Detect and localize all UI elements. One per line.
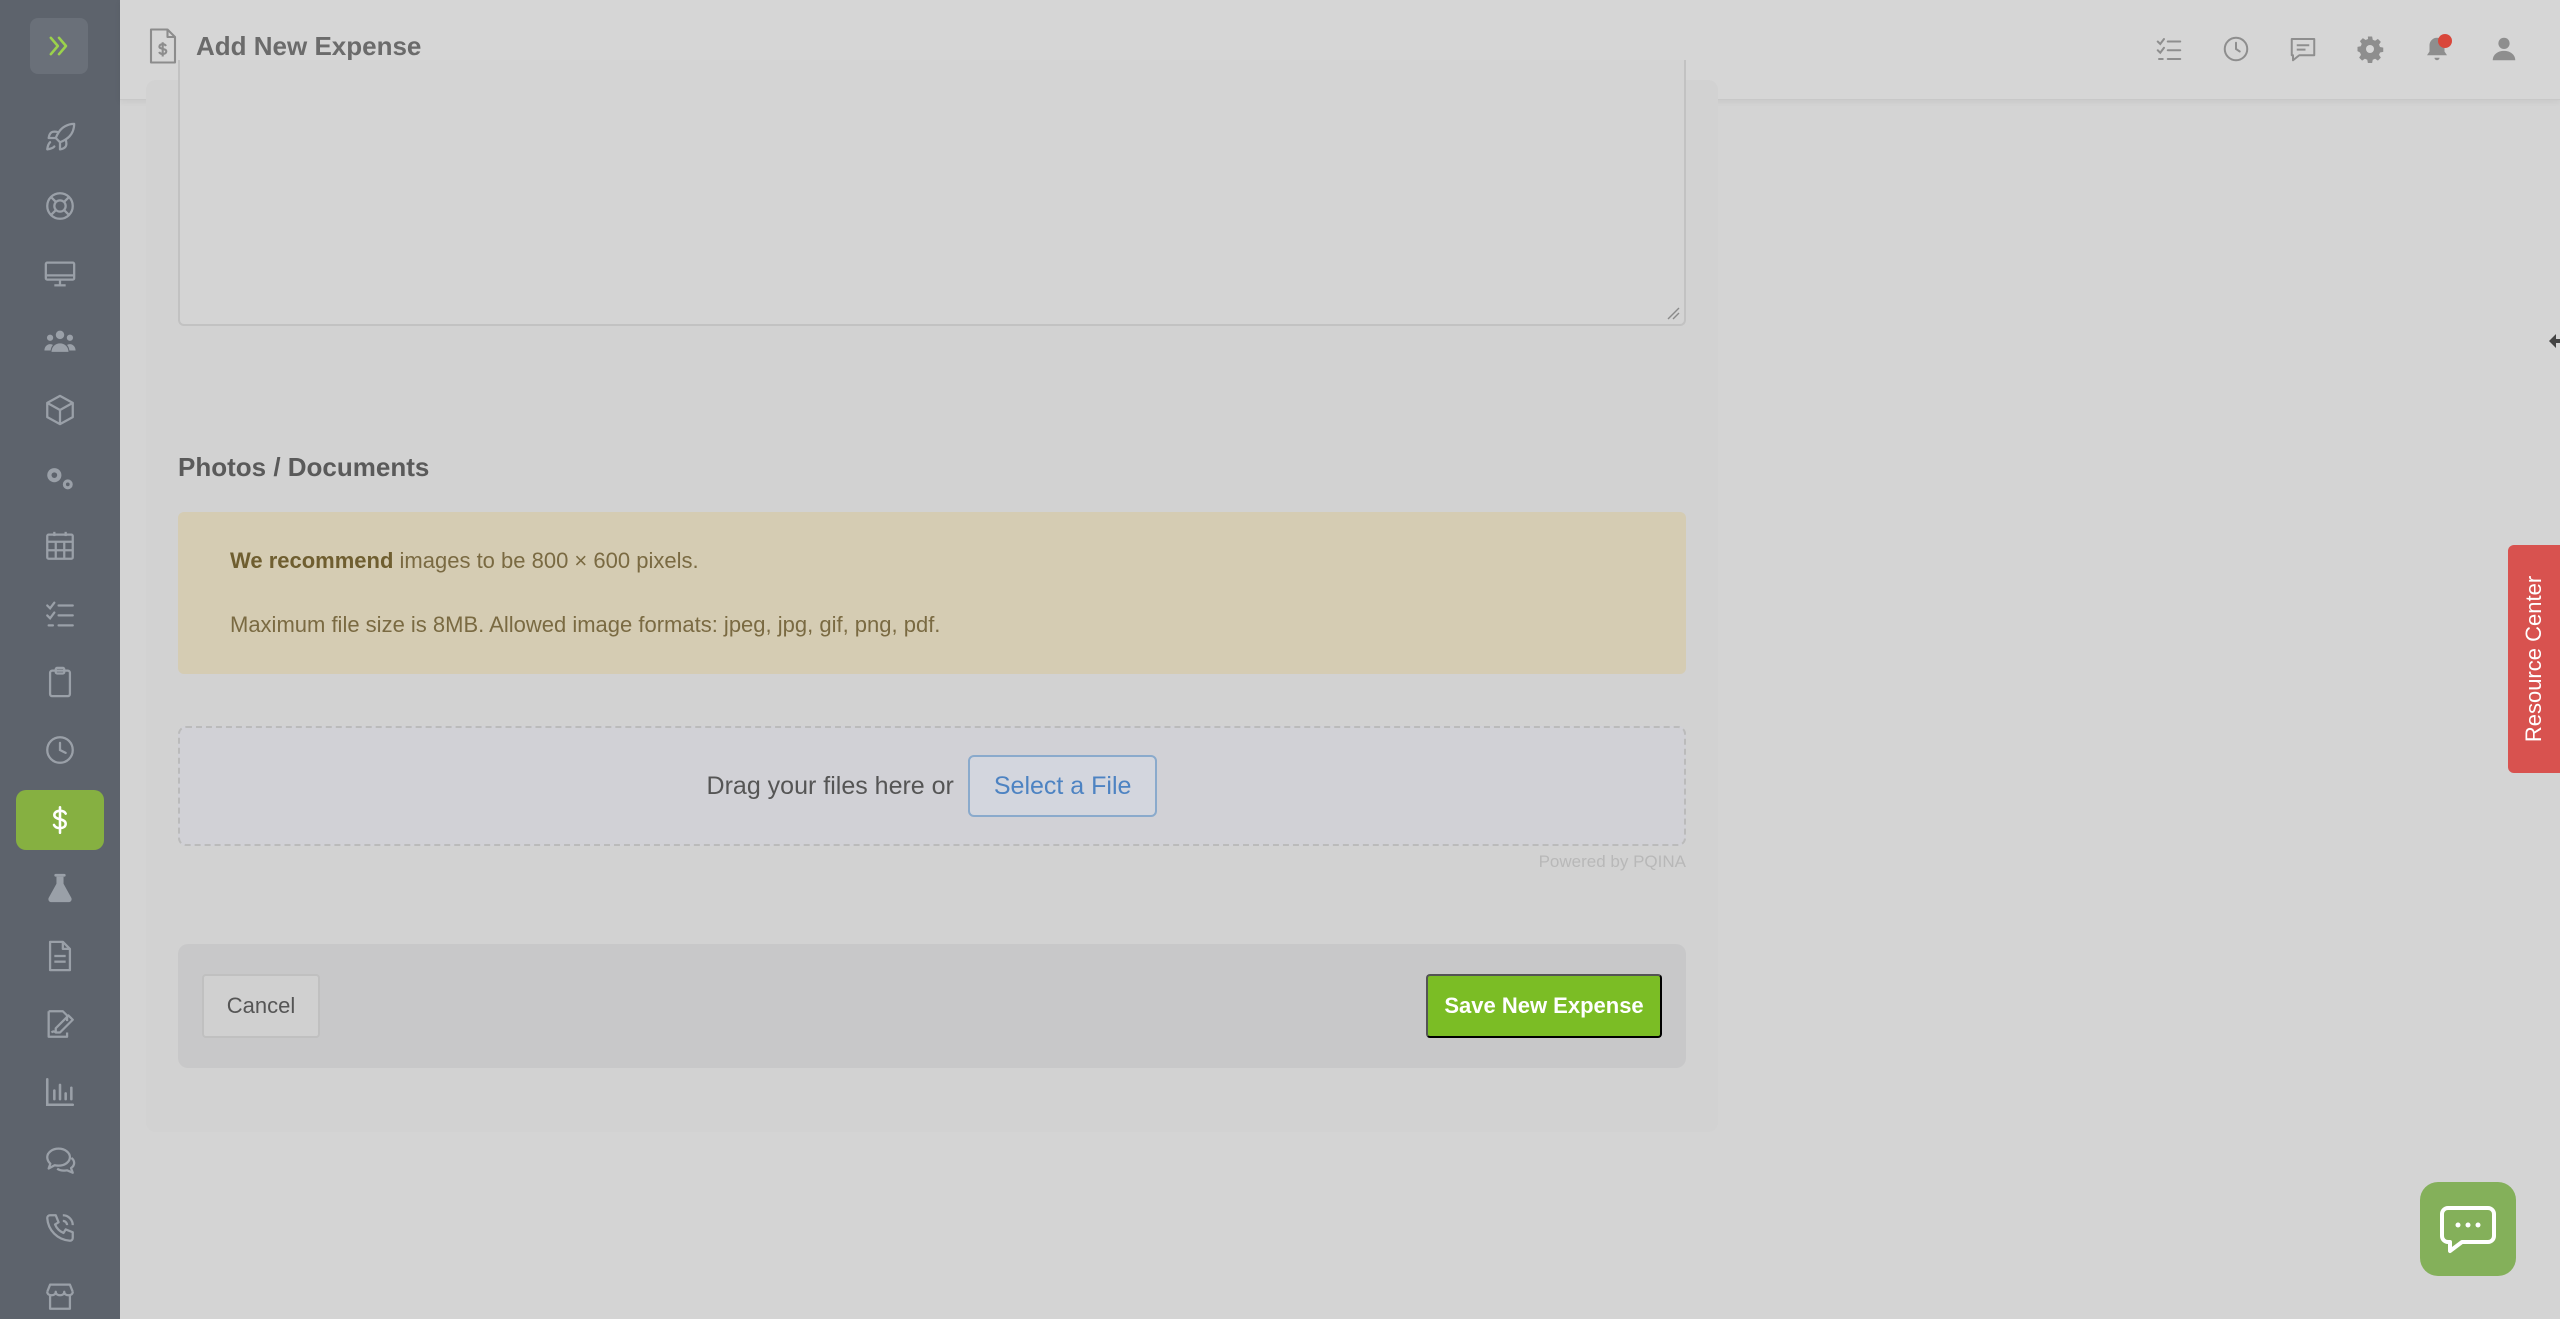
user-icon xyxy=(2492,37,2516,61)
sidebar-item-tasks[interactable] xyxy=(16,584,104,644)
select-file-button[interactable]: Select a File xyxy=(967,755,1158,817)
upload-info-alert: We recommend images to be 800 × 600 pixe… xyxy=(178,512,1686,674)
sidebar-item-store[interactable] xyxy=(16,1266,104,1319)
recommend-text: We recommend images to be 800 × 600 pixe… xyxy=(230,548,699,574)
messages-button[interactable] xyxy=(2286,32,2320,66)
tasks-button[interactable] xyxy=(2152,32,2186,66)
clock-icon xyxy=(2223,36,2249,62)
notes-textarea[interactable] xyxy=(178,60,1686,326)
recommend-bold: We recommend xyxy=(230,548,394,573)
flask-icon xyxy=(48,873,72,903)
sidebar-item-inventory[interactable] xyxy=(16,380,104,440)
document-icon xyxy=(48,940,72,972)
lifebuoy-icon xyxy=(46,192,74,220)
dollar-icon xyxy=(52,805,67,835)
resource-center-tab[interactable]: Resource Center xyxy=(2508,545,2560,773)
sidebar-item-customers[interactable] xyxy=(16,312,104,372)
resource-center-label: Resource Center xyxy=(2521,575,2546,743)
clock-icon xyxy=(46,736,74,764)
double-chevron-right-icon xyxy=(49,36,68,56)
drag-files-text: Drag your files here or xyxy=(706,771,954,800)
user-menu-button[interactable] xyxy=(2487,32,2521,66)
sidebar-item-calls[interactable] xyxy=(16,1198,104,1258)
recommend-rest: images to be 800 × 600 pixels. xyxy=(393,548,699,573)
box-icon xyxy=(46,394,74,426)
file-dropzone[interactable]: Drag your files here or Select a File xyxy=(178,726,1686,846)
sidebar-item-lab[interactable] xyxy=(16,858,104,918)
sidebar-item-calendar[interactable] xyxy=(16,516,104,576)
gears-icon xyxy=(47,468,73,490)
task-list-icon xyxy=(46,601,74,627)
calendar-icon xyxy=(46,531,74,560)
chart-icon xyxy=(45,1077,75,1107)
collapse-arrow-icon[interactable] xyxy=(2546,330,2560,352)
sidebar-item-reports[interactable] xyxy=(16,1062,104,1122)
sidebar-item-services[interactable] xyxy=(16,448,104,508)
settings-button[interactable] xyxy=(2353,32,2387,66)
sidebar-item-expenses[interactable] xyxy=(16,790,104,850)
resize-handle-icon[interactable] xyxy=(1664,304,1680,320)
notification-badge xyxy=(2438,34,2452,48)
store-icon xyxy=(46,1283,74,1310)
form-actions-bar: Cancel Save New Expense xyxy=(178,944,1686,1068)
rocket-icon xyxy=(46,122,76,151)
sidebar-item-signatures[interactable] xyxy=(16,994,104,1054)
chat-icon xyxy=(46,1147,76,1174)
sidebar-toggle-button[interactable] xyxy=(30,18,88,74)
sidebar-item-rocket[interactable] xyxy=(16,108,104,168)
phone-icon xyxy=(46,1214,74,1242)
signature-icon xyxy=(47,1010,74,1038)
powered-by-link[interactable]: Powered by PQINA xyxy=(1486,852,1686,872)
page-title: Add New Expense xyxy=(196,31,422,61)
live-chat-button[interactable] xyxy=(2420,1182,2516,1276)
sidebar-item-messages[interactable] xyxy=(16,1130,104,1190)
cancel-button[interactable]: Cancel xyxy=(202,974,320,1038)
sidebar-item-clipboard[interactable] xyxy=(16,652,104,712)
save-new-expense-button[interactable]: Save New Expense xyxy=(1426,974,1662,1038)
sidebar-item-time[interactable] xyxy=(16,720,104,780)
clipboard-icon xyxy=(48,666,72,698)
gear-icon xyxy=(2357,36,2384,63)
sidebar-item-documents[interactable] xyxy=(16,926,104,986)
sidebar-item-support[interactable] xyxy=(16,176,104,236)
sidebar xyxy=(0,0,120,1319)
chat-bubble-icon xyxy=(2440,1206,2496,1253)
monitor-icon xyxy=(44,261,76,287)
notifications-button[interactable] xyxy=(2420,32,2454,66)
expense-document-icon xyxy=(149,28,177,64)
time-tracking-button[interactable] xyxy=(2219,32,2253,66)
file-limits-text: Maximum file size is 8MB. Allowed image … xyxy=(230,612,941,637)
users-icon xyxy=(44,330,76,352)
sidebar-item-devices[interactable] xyxy=(16,244,104,304)
message-icon xyxy=(2290,38,2316,62)
task-list-icon xyxy=(2156,38,2182,60)
photos-section-title: Photos / Documents xyxy=(178,452,430,482)
